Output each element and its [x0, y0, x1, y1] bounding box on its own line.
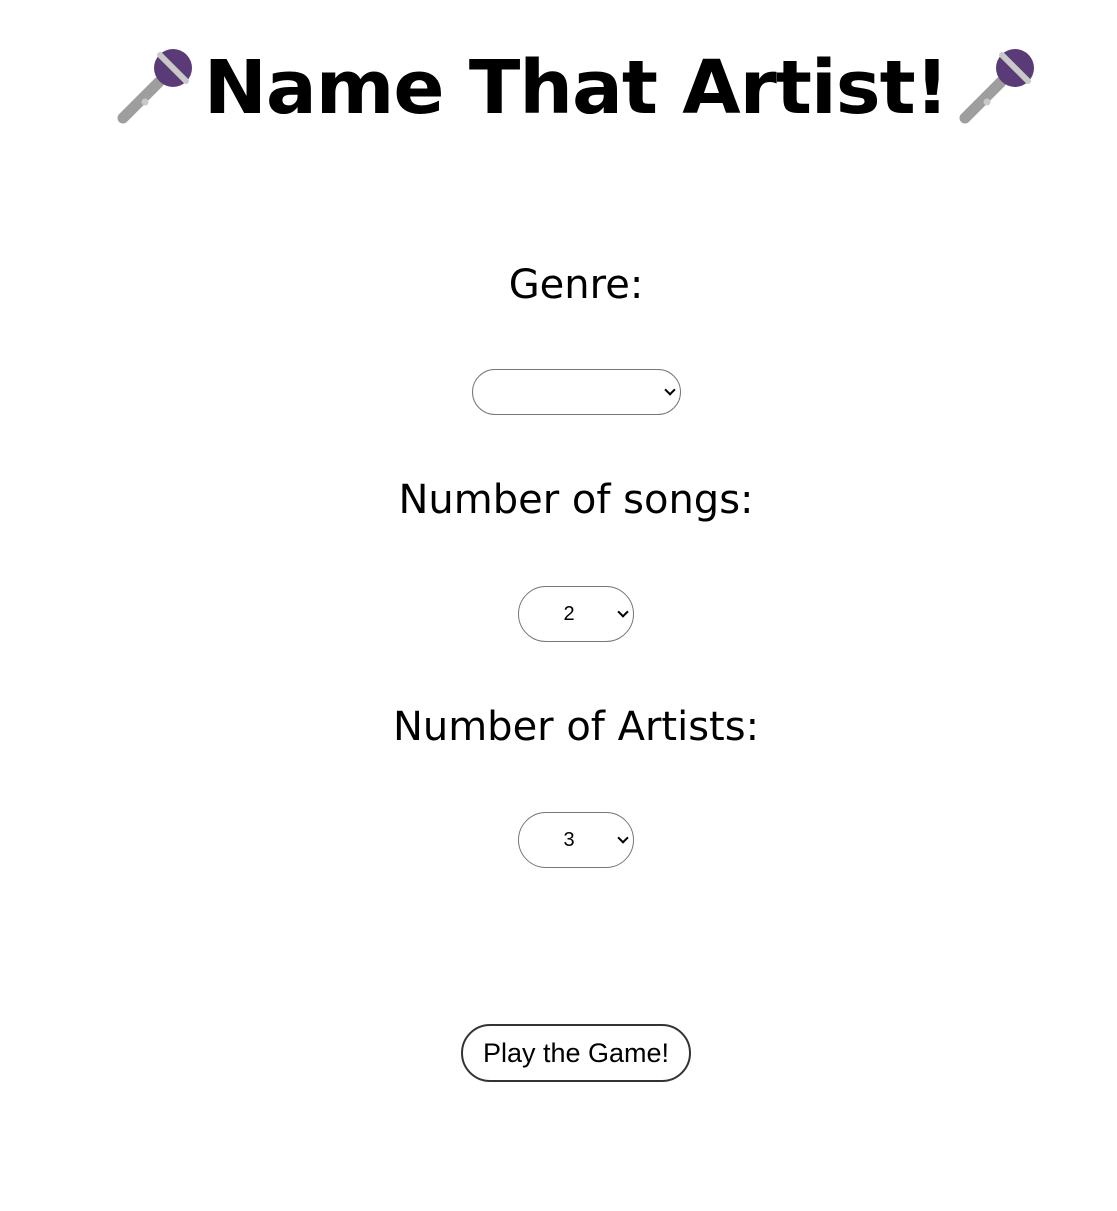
chevron-down-icon: [664, 384, 676, 396]
genre-select[interactable]: [472, 369, 681, 415]
microphone-icon: [959, 49, 1034, 124]
chevron-down-icon: [617, 832, 629, 844]
page-header: Name That Artist!: [0, 40, 1117, 136]
songs-select[interactable]: 2: [518, 586, 634, 642]
artists-select[interactable]: 3: [518, 812, 634, 868]
genre-label: Genre:: [508, 262, 644, 308]
chevron-down-icon: [617, 606, 629, 618]
artists-label: Number of Artists:: [392, 704, 760, 750]
songs-label: Number of songs:: [398, 477, 754, 523]
page-title: Name That Artist!: [203, 45, 949, 131]
songs-select-value: 2: [563, 602, 575, 625]
artists-select-value: 3: [563, 828, 575, 851]
play-game-button[interactable]: Play the Game!: [461, 1024, 691, 1082]
microphone-icon: [117, 49, 193, 124]
